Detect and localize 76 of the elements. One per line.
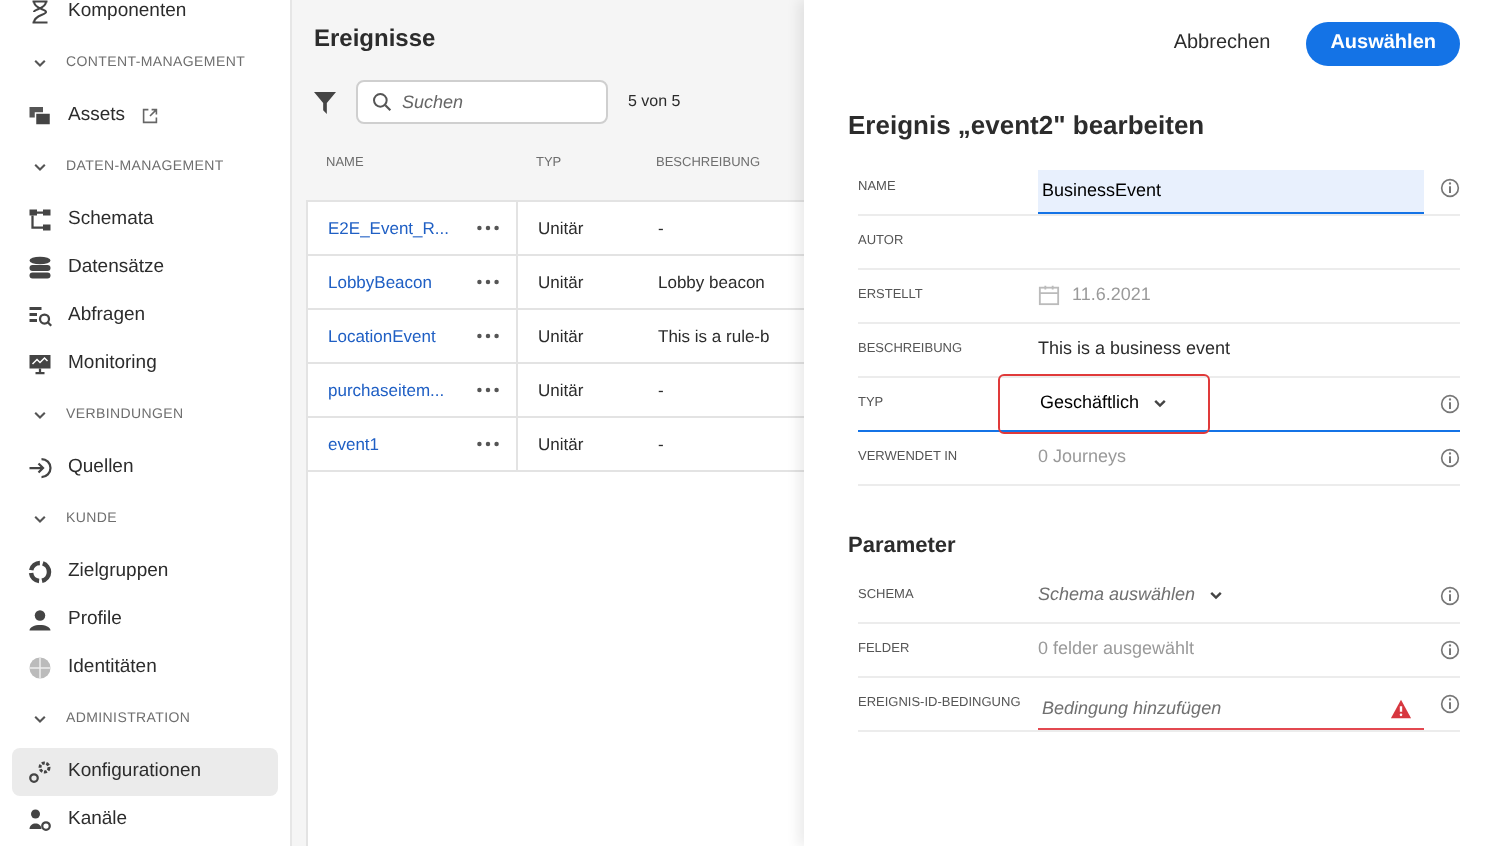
info-icon xyxy=(1440,586,1460,606)
query-icon xyxy=(28,304,52,328)
event-link[interactable]: LocationEvent xyxy=(328,323,436,349)
search-field[interactable]: Suchen xyxy=(356,80,608,124)
info-icon xyxy=(1440,447,1460,467)
database-icon xyxy=(28,256,52,280)
filter-icon xyxy=(314,91,336,113)
dropdown[interactable]: Geschäftlich xyxy=(998,373,1210,433)
sidebar-item[interactable]: Assets xyxy=(12,92,278,140)
sidebar-item[interactable]: Datensätze xyxy=(12,244,278,292)
sidebar-item[interactable]: Schemata xyxy=(12,196,278,244)
chevron-icon xyxy=(32,408,48,424)
table-cell: Unitär xyxy=(538,325,584,346)
table-cell: This is a rule-b xyxy=(658,325,770,346)
sidebar-item[interactable]: Identitäten xyxy=(12,644,278,692)
monitor-icon xyxy=(28,352,52,376)
result-count: 5 von 5 xyxy=(628,90,681,114)
select-button[interactable]: Auswählen xyxy=(1306,21,1460,65)
chevron-icon xyxy=(32,512,48,528)
audience-icon xyxy=(28,560,52,584)
table-cell: Unitär xyxy=(538,271,584,292)
schema-icon xyxy=(28,208,52,232)
more-icon xyxy=(476,440,500,448)
external-link-icon xyxy=(141,108,158,124)
gears-icon xyxy=(28,760,52,784)
sidebar-item[interactable]: Monitoring xyxy=(12,340,278,388)
field-value: 0 felder ausgewählt xyxy=(1038,636,1195,663)
sidebar-item[interactable]: Kanäle xyxy=(12,796,278,844)
table-cell: Unitär xyxy=(538,433,584,454)
globe-icon xyxy=(28,656,52,680)
table-cell: Unitär xyxy=(538,379,584,400)
more-icon xyxy=(476,332,500,340)
sidebar-item[interactable]: Komponenten xyxy=(12,0,278,36)
info-icon xyxy=(1440,640,1460,660)
event-link[interactable]: LobbyBeacon xyxy=(328,269,432,295)
source-icon xyxy=(28,456,52,480)
dropdown[interactable]: Schema auswählen xyxy=(998,566,1264,626)
input-field[interactable]: Bedingung hinzufügen xyxy=(1038,686,1424,730)
table-cell: Unitär xyxy=(538,217,584,238)
event-link[interactable]: purchaseitem... xyxy=(328,377,445,403)
field-value: 0 Journeys xyxy=(1038,443,1127,470)
sidebar-item[interactable]: Konfigurationen xyxy=(12,748,278,796)
section-title: Parameter xyxy=(848,531,958,561)
info-icon xyxy=(1440,393,1460,413)
cancel-button[interactable]: Abbrechen xyxy=(1169,20,1275,66)
sidebar-item[interactable]: Profile xyxy=(12,596,278,644)
warning-icon xyxy=(1390,698,1412,720)
table-cell: Lobby beacon xyxy=(658,271,765,292)
sidebar-item[interactable]: Zielgruppen xyxy=(12,548,278,596)
sidebar-item[interactable]: Quellen xyxy=(12,444,278,492)
event-link[interactable]: event1 xyxy=(328,431,380,457)
more-icon xyxy=(476,278,500,286)
table-cell: - xyxy=(658,379,664,400)
more-icon xyxy=(476,386,500,394)
chevron-icon xyxy=(1151,395,1168,411)
event-link[interactable]: E2E_Event_R... xyxy=(328,215,449,241)
table-cell: - xyxy=(658,217,664,238)
hourglass-icon xyxy=(28,0,52,24)
info-icon xyxy=(1440,694,1460,714)
sidebar-item[interactable]: Abfragen xyxy=(12,292,278,340)
input-field[interactable]: BusinessEvent xyxy=(1038,169,1424,213)
person-icon xyxy=(28,608,52,632)
chevron-icon xyxy=(32,160,48,176)
table-cell: - xyxy=(658,433,664,454)
chevron-icon xyxy=(32,712,48,728)
calendar-icon xyxy=(1038,284,1060,306)
info-icon xyxy=(1440,177,1460,197)
panel-title: Ereignis „event2" bearbeiten xyxy=(848,108,1207,144)
field-value: This is a business event xyxy=(1038,335,1231,362)
channels-icon xyxy=(28,808,52,832)
chevron-icon xyxy=(1207,588,1224,604)
chevron-icon xyxy=(32,56,48,72)
more-icon xyxy=(476,224,500,232)
date-text: 11.6.2021 xyxy=(1072,281,1151,308)
images-icon xyxy=(28,104,52,128)
page-title: Ereignisse xyxy=(314,22,438,52)
